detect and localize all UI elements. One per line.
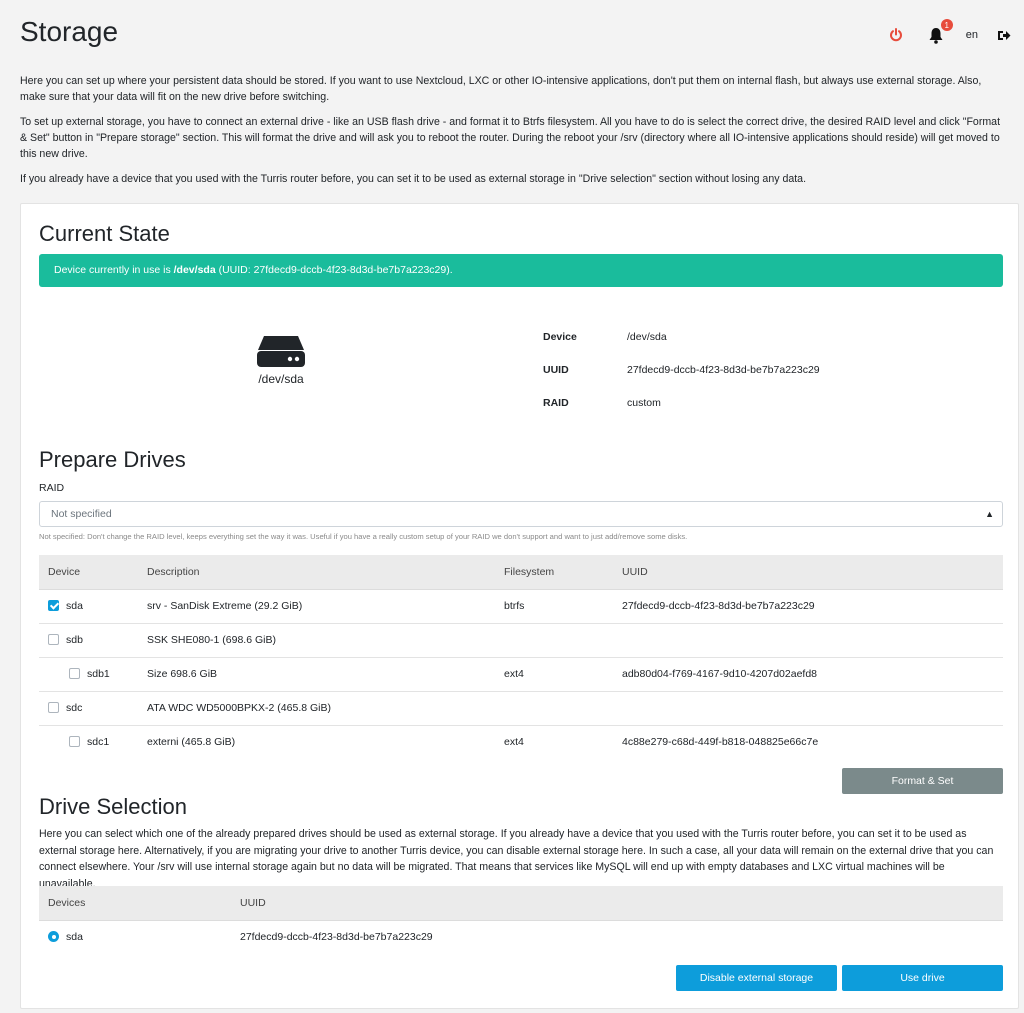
prepare-drives-table: Device Description Filesystem UUID sda s… <box>39 555 1003 759</box>
uuid-cell: 27fdecd9-dccb-4f23-8d3d-be7b7a223c29 <box>613 588 1003 623</box>
info-key: UUID <box>543 363 569 376</box>
table-header-row: Device Description Filesystem UUID <box>39 555 1003 589</box>
drive-checkbox[interactable] <box>48 702 59 713</box>
page-title: Storage <box>20 16 119 47</box>
disable-external-storage-button[interactable]: Disable external storage <box>676 965 837 991</box>
table-row: sdc1 externi (465.8 GiB) ext4 4c88e279-c… <box>39 724 1003 759</box>
hard-drive-icon <box>257 336 305 367</box>
current-state-title: Current State <box>39 221 170 246</box>
drive-checkbox[interactable] <box>48 600 59 611</box>
uuid-cell <box>613 690 1003 725</box>
intro-paragraph: Here you can set up where your persisten… <box>20 75 982 103</box>
prepare-drives-title: Prepare Drives <box>39 447 186 472</box>
alert-prefix: Device currently in use is <box>54 264 174 276</box>
device-name: sda <box>66 931 83 944</box>
column-header: UUID <box>622 565 648 578</box>
description-cell: Size 698.6 GiB <box>138 656 495 691</box>
info-value: 27fdecd9-dccb-4f23-8d3d-be7b7a223c29 <box>627 363 820 376</box>
uuid-cell: 27fdecd9-dccb-4f23-8d3d-be7b7a223c29 <box>231 919 1003 954</box>
intro-paragraph: If you already have a device that you us… <box>20 173 807 185</box>
table-row: sdb1 Size 698.6 GiB ext4 adb80d04-f769-4… <box>39 656 1003 691</box>
info-key: Device <box>543 330 577 343</box>
info-row-raid: RAID custom <box>543 386 820 419</box>
table-row: sdc ATA WDC WD5000BPKX-2 (465.8 GiB) <box>39 690 1003 725</box>
description-cell: srv - SanDisk Extreme (29.2 GiB) <box>138 588 495 623</box>
table-row: sdb SSK SHE080-1 (698.6 GiB) <box>39 622 1003 657</box>
notifications-button[interactable]: 1 <box>926 19 953 46</box>
filesystem-cell: ext4 <box>495 656 613 691</box>
raid-select[interactable]: Not specified ▲ <box>39 501 1003 527</box>
current-device-alert: Device currently in use is /dev/sda (UUI… <box>39 254 1003 287</box>
top-toolbar: 1 en <box>888 19 1012 46</box>
drive-checkbox[interactable] <box>48 634 59 645</box>
raid-label: RAID <box>39 482 65 494</box>
column-header: Devices <box>48 896 86 909</box>
use-drive-button[interactable]: Use drive <box>842 965 1003 991</box>
alert-device: /dev/sda <box>173 264 216 276</box>
table-header-row: Devices UUID <box>39 886 1003 920</box>
device-name: sdc1 <box>87 736 110 749</box>
current-state-info: Device /dev/sda UUID 27fdecd9-dccb-4f23-… <box>543 320 820 419</box>
filesystem-cell <box>495 690 613 725</box>
info-value: custom <box>627 396 661 409</box>
drive-selection-table: Devices UUID sda 27fdecd9-dccb-4f23-8d3d… <box>39 886 1003 954</box>
partition-checkbox[interactable] <box>69 736 80 748</box>
uuid-cell: adb80d04-f769-4167-9d10-4207d02aefd8 <box>613 656 1003 691</box>
select-arrows-icon: ▲ <box>985 509 994 519</box>
bell-icon <box>929 27 943 44</box>
info-value: /dev/sda <box>627 330 667 343</box>
language-selector[interactable]: en <box>966 24 978 46</box>
device-name: sdc <box>66 702 83 714</box>
description-cell: SSK SHE080-1 (698.6 GiB) <box>138 622 495 657</box>
drive-selection-title: Drive Selection <box>39 794 187 819</box>
column-header: Device <box>48 565 81 578</box>
uuid-cell <box>613 622 1003 657</box>
filesystem-cell <box>495 622 613 657</box>
info-key: RAID <box>543 396 569 409</box>
filesystem-cell: btrfs <box>495 588 613 623</box>
device-name: sdb <box>66 634 83 646</box>
alert-suffix: (UUID: 27fdecd9-dccb-4f23-8d3d-be7b7a223… <box>215 264 453 276</box>
intro-text: Here you can set up where your persisten… <box>20 73 1010 196</box>
logout-icon[interactable] <box>996 24 1012 46</box>
description-cell: ATA WDC WD5000BPKX-2 (465.8 GiB) <box>138 690 495 725</box>
info-row-uuid: UUID 27fdecd9-dccb-4f23-8d3d-be7b7a223c2… <box>543 353 820 386</box>
raid-help-text: Not specified: Don't change the RAID lev… <box>39 532 688 541</box>
current-drive: /dev/sda <box>231 334 331 386</box>
device-name: sdb1 <box>87 668 110 680</box>
description-cell: externi (465.8 GiB) <box>138 724 495 759</box>
filesystem-cell: ext4 <box>495 724 613 759</box>
intro-paragraph: To set up external storage, you have to … <box>20 116 1001 160</box>
drive-selection-description: Here you can select which one of the alr… <box>39 828 994 890</box>
drive-name: /dev/sda <box>258 372 304 386</box>
drive-radio[interactable] <box>48 931 59 943</box>
partition-checkbox[interactable] <box>69 668 80 679</box>
power-icon[interactable] <box>888 24 904 46</box>
column-header: Description <box>147 565 200 578</box>
uuid-cell: 4c88e279-c68d-449f-b818-048825e66c7e <box>613 724 1003 759</box>
info-row-device: Device /dev/sda <box>543 320 820 353</box>
raid-select-value: Not specified <box>51 508 112 520</box>
column-header: UUID <box>240 896 266 909</box>
storage-card: Current State Device currently in use is… <box>20 203 1019 1009</box>
column-header: Filesystem <box>504 565 555 578</box>
format-and-set-button[interactable]: Format & Set <box>842 768 1003 794</box>
table-row: sda srv - SanDisk Extreme (29.2 GiB) btr… <box>39 588 1003 623</box>
notification-badge: 1 <box>940 19 953 31</box>
table-row: sda 27fdecd9-dccb-4f23-8d3d-be7b7a223c29 <box>39 919 1003 954</box>
device-name: sda <box>66 600 83 612</box>
